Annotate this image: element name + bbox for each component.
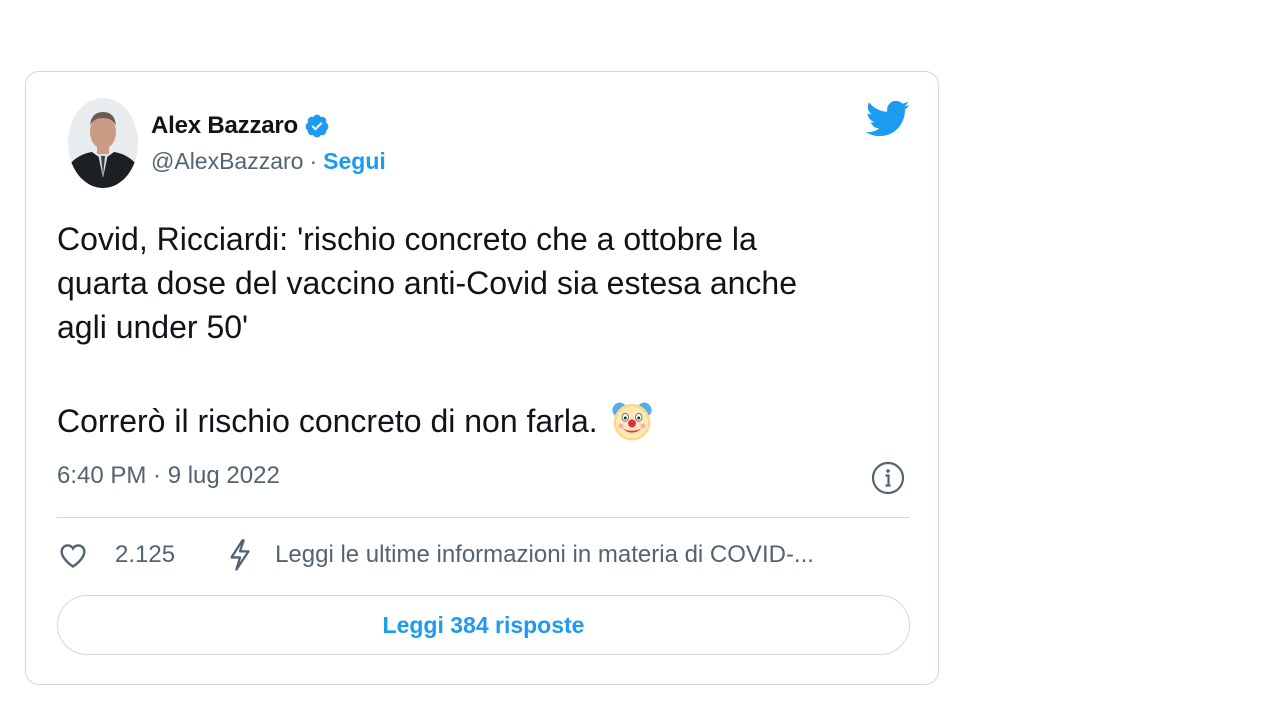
author-name-row: Alex Bazzaro [151,112,330,140]
bolt-icon [225,538,255,572]
tweet-text-paragraph-2: Correrò il rischio concreto di non farla… [57,399,654,443]
read-replies-button[interactable]: Leggi 384 risposte [57,595,910,655]
covid-info-label: Leggi le ultime informazioni in materia … [275,541,814,568]
author-name[interactable]: Alex Bazzaro [151,112,298,140]
clown-face-icon [610,399,654,443]
covid-info-link[interactable]: Leggi le ultime informazioni in materia … [225,538,814,572]
tweet-timestamp[interactable]: 6:40 PM · 9 lug 2022 [57,462,280,490]
follow-button[interactable]: Segui [323,148,386,175]
handle-row: @AlexBazzaro · Segui [151,148,386,175]
tweet-actions: 2.125 Leggi le ultime informazioni in ma… [57,538,814,572]
avatar[interactable] [68,98,138,188]
verified-badge-icon [304,113,330,139]
tweet-card: Alex Bazzaro @AlexBazzaro · Segui Covid,… [25,71,939,685]
separator-dot: · [309,148,318,174]
like-button[interactable]: 2.125 [57,539,175,571]
author-handle[interactable]: @AlexBazzaro [151,148,303,175]
tweet-text-line: Correrò il rischio concreto di non farla… [57,403,598,439]
heart-icon [57,539,89,571]
tweet-text: Covid, Ricciardi: 'rischio concreto che … [57,221,797,345]
twitter-bird-icon[interactable] [865,100,910,138]
info-icon[interactable] [870,460,906,496]
like-count: 2.125 [115,541,176,568]
divider [57,517,910,518]
